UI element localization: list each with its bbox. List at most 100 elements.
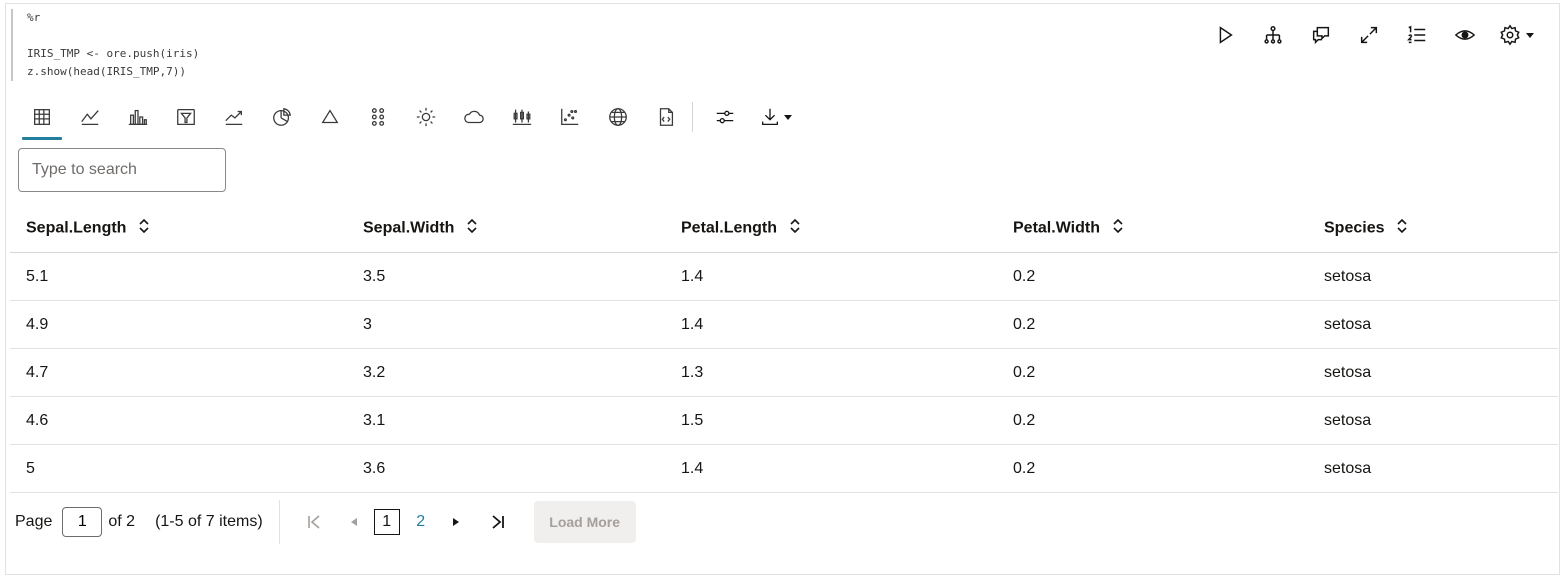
- table-cell: 1.4: [665, 444, 997, 493]
- first-page-button[interactable]: [292, 504, 336, 540]
- sun-icon: [416, 107, 436, 127]
- sunburst-button[interactable]: [402, 96, 450, 138]
- column-header-label: Petal.Length: [681, 219, 778, 237]
- item-range-label: (1-5 of 7 items): [155, 513, 263, 530]
- sort-icon[interactable]: [1112, 218, 1126, 238]
- pie-chart-button[interactable]: [258, 96, 306, 138]
- funnel-chart-button[interactable]: [162, 96, 210, 138]
- map-button[interactable]: [594, 96, 642, 138]
- scatter-chart-button[interactable]: [546, 96, 594, 138]
- code-line: z.show(head(IRIS_TMP,7)): [27, 65, 186, 78]
- table-cell: 4.7: [10, 348, 347, 397]
- sort-icon[interactable]: [789, 218, 803, 238]
- previous-page-button[interactable]: [336, 504, 372, 540]
- boxplot-icon: [512, 109, 532, 125]
- bar-chart-button[interactable]: [114, 96, 162, 138]
- next-page-icon: [452, 518, 459, 526]
- next-page-button[interactable]: [436, 504, 476, 540]
- visualization-toolbar: [18, 96, 803, 140]
- trend-chart-button[interactable]: [210, 96, 258, 138]
- table-cell: 1.4: [665, 252, 997, 301]
- line-numbers-button[interactable]: [1393, 18, 1441, 52]
- table-cell: setosa: [1308, 348, 1558, 397]
- table-header-row: Sepal.Length Sepal.Width Petal.Length Pe…: [10, 204, 1558, 253]
- sort-icon[interactable]: [138, 218, 152, 238]
- table-cell: 4.6: [10, 396, 347, 445]
- settings-sliders-button[interactable]: [701, 96, 749, 138]
- code-editor[interactable]: %r IRIS_TMP <- ore.push(iris) z.show(hea…: [11, 9, 199, 81]
- column-header[interactable]: Sepal.Width: [347, 204, 665, 253]
- last-page-button[interactable]: [476, 504, 520, 540]
- dot-grid-icon: [371, 108, 385, 126]
- table-cell: 3.1: [347, 396, 665, 445]
- table-cell: 3.6: [347, 444, 665, 493]
- pagination: Page of 2 (1-5 of 7 items) 1 2 Load More: [15, 500, 636, 544]
- trend-chart-icon: [225, 110, 243, 125]
- expand-button[interactable]: [1345, 18, 1393, 52]
- table-row[interactable]: 4.7 3.2 1.3 0.2 setosa: [10, 348, 1558, 397]
- funnel-chart-icon: [177, 109, 195, 125]
- run-icon: [1219, 26, 1233, 44]
- hierarchy-icon: [1264, 26, 1282, 44]
- table-icon: [34, 109, 50, 125]
- dot-grid-button[interactable]: [354, 96, 402, 138]
- table-row[interactable]: 4.9 3 1.4 0.2 setosa: [10, 300, 1558, 349]
- column-header[interactable]: Petal.Length: [665, 204, 997, 253]
- triangle-chart-icon: [321, 109, 339, 124]
- run-button[interactable]: [1201, 18, 1249, 52]
- settings-sliders-icon: [716, 110, 734, 124]
- visibility-icon: [1454, 30, 1476, 40]
- table-row[interactable]: 5 3.6 1.4 0.2 setosa: [10, 444, 1558, 493]
- pie-chart-icon: [273, 108, 291, 126]
- table-cell: 5.1: [10, 252, 347, 301]
- download-button[interactable]: [749, 96, 803, 138]
- table-cell: 1.5: [665, 396, 997, 445]
- table-cell: 0.2: [997, 252, 1308, 301]
- table-cell: 0.2: [997, 444, 1308, 493]
- comments-button[interactable]: [1297, 18, 1345, 52]
- table-cell: 1.4: [665, 300, 997, 349]
- page-number-input[interactable]: [62, 507, 103, 537]
- triangle-chart-button[interactable]: [306, 96, 354, 138]
- cloud-icon: [464, 110, 484, 124]
- column-header-label: Sepal.Width: [363, 219, 455, 237]
- line-chart-button[interactable]: [66, 96, 114, 138]
- table-row[interactable]: 4.6 3.1 1.5 0.2 setosa: [10, 396, 1558, 445]
- line-chart-icon: [81, 110, 99, 125]
- expand-icon: [1360, 26, 1378, 44]
- visibility-button[interactable]: [1441, 18, 1489, 52]
- table-cell: 5: [10, 444, 347, 493]
- toolbar-divider: [692, 102, 693, 132]
- hierarchy-button[interactable]: [1249, 18, 1297, 52]
- boxplot-button[interactable]: [498, 96, 546, 138]
- table-view-button[interactable]: [18, 96, 66, 140]
- column-header-label: Species: [1324, 219, 1385, 237]
- page-label: Page: [15, 513, 53, 530]
- page-button[interactable]: 2: [408, 509, 434, 535]
- settings-button[interactable]: [1489, 18, 1545, 52]
- bar-chart-icon: [128, 109, 148, 125]
- last-page-icon: [492, 515, 504, 529]
- globe-icon: [609, 108, 627, 126]
- comments-icon: [1312, 26, 1330, 45]
- column-header[interactable]: Petal.Width: [997, 204, 1308, 253]
- numbered-list-icon: [1406, 25, 1426, 44]
- column-header-label: Sepal.Length: [26, 219, 127, 237]
- table-cell: 0.2: [997, 396, 1308, 445]
- sort-icon[interactable]: [1396, 218, 1410, 238]
- table-cell: setosa: [1308, 396, 1558, 445]
- column-header[interactable]: Sepal.Length: [10, 204, 347, 253]
- code-file-button[interactable]: [642, 96, 690, 138]
- table-row[interactable]: 5.1 3.5 1.4 0.2 setosa: [10, 252, 1558, 301]
- sort-icon[interactable]: [466, 218, 480, 238]
- data-table: Sepal.Length Sepal.Width Petal.Length Pe…: [10, 204, 1558, 493]
- column-header[interactable]: Species: [1308, 204, 1558, 253]
- search-input[interactable]: [18, 148, 226, 192]
- page-button-current[interactable]: 1: [373, 509, 400, 535]
- word-cloud-button[interactable]: [450, 96, 498, 138]
- first-page-icon: [307, 515, 320, 529]
- table-cell: 4.9: [10, 300, 347, 349]
- load-more-button[interactable]: Load More: [533, 501, 636, 543]
- code-file-icon: [659, 108, 674, 126]
- page-count-label: of 2: [108, 513, 136, 530]
